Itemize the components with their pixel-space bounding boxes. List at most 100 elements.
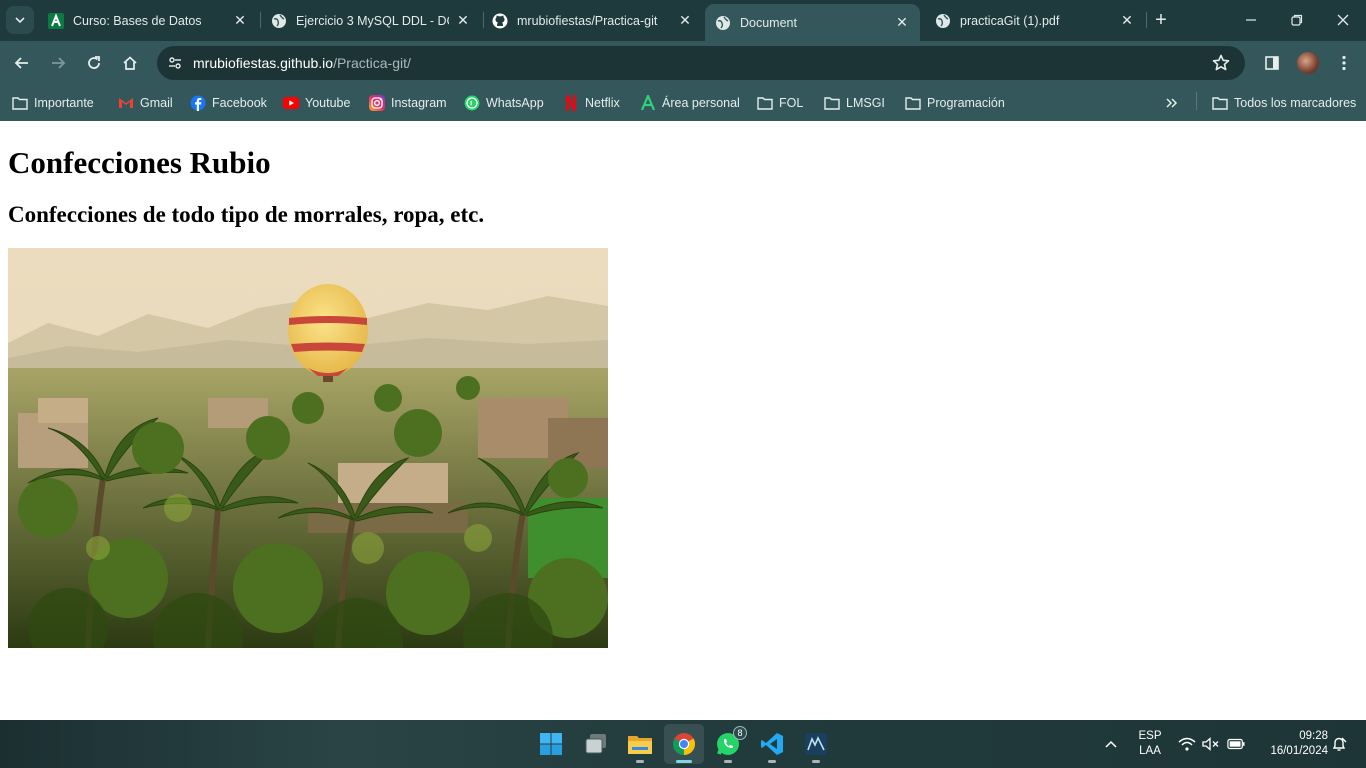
show-hidden-icons-button[interactable] bbox=[1102, 735, 1120, 753]
arrow-left-icon bbox=[14, 57, 28, 69]
tab-search-button[interactable] bbox=[6, 6, 34, 34]
tab-title: Document bbox=[740, 15, 797, 30]
globe-icon bbox=[935, 13, 951, 29]
reload-button[interactable] bbox=[80, 49, 108, 77]
url-text[interactable]: mrubiofiestas.github.io/Practica-git/ bbox=[193, 55, 411, 71]
home-button[interactable] bbox=[116, 49, 144, 77]
minimize-button[interactable] bbox=[1228, 0, 1274, 40]
bookmark-facebook[interactable]: Facebook bbox=[190, 92, 267, 114]
chevron-up-icon bbox=[1105, 740, 1117, 748]
clock-time: 09:28 bbox=[1299, 730, 1328, 742]
bookmark-lmsgi[interactable]: LMSGI bbox=[824, 92, 885, 114]
reload-icon bbox=[88, 56, 100, 69]
restore-icon bbox=[1291, 14, 1303, 26]
windows-icon bbox=[540, 733, 562, 755]
bookmarks-separator bbox=[1196, 92, 1197, 110]
plus-icon: + bbox=[1155, 9, 1167, 31]
url-host: mrubiofiestas.github.io bbox=[193, 55, 334, 71]
restore-button[interactable] bbox=[1274, 0, 1320, 40]
balloon-over-palms-image bbox=[8, 248, 608, 648]
tab-title: mrubiofiestas/Practica-git bbox=[517, 13, 658, 28]
task-view-icon bbox=[585, 734, 606, 754]
bookmark-programacion[interactable]: Programación bbox=[905, 92, 1005, 114]
folder-icon bbox=[1212, 95, 1228, 111]
bookmark-label: Programación bbox=[927, 96, 1005, 110]
bookmark-youtube[interactable]: Youtube bbox=[283, 92, 350, 114]
menu-button[interactable] bbox=[1330, 49, 1358, 77]
tab-document[interactable]: Document ✕ bbox=[705, 4, 920, 41]
whatsapp-button[interactable]: 8 bbox=[708, 724, 748, 764]
tab-github-practica-git[interactable]: mrubiofiestas/Practica-git ✕ bbox=[482, 6, 703, 35]
address-bar[interactable]: mrubiofiestas.github.io/Practica-git/ bbox=[157, 46, 1245, 80]
bookmark-fol[interactable]: FOL bbox=[757, 92, 803, 114]
folder-icon bbox=[12, 95, 28, 111]
bookmark-importante[interactable]: Importante bbox=[12, 92, 94, 114]
chrome-button[interactable] bbox=[664, 724, 704, 764]
clock-date: 16/01/2024 bbox=[1270, 745, 1328, 757]
bookmark-label: Importante bbox=[34, 96, 94, 110]
bookmark-gmail[interactable]: Gmail bbox=[118, 92, 173, 114]
gmail-icon bbox=[118, 95, 134, 111]
page-title: Confecciones Rubio bbox=[8, 145, 271, 180]
all-bookmarks-button[interactable]: Todos los marcadores bbox=[1212, 92, 1356, 114]
bookmark-label: Instagram bbox=[391, 96, 447, 110]
tab-strip: Curso: Bases de Datos ✕ Ejercicio 3 MySQ… bbox=[0, 0, 1366, 41]
folder-icon bbox=[628, 736, 652, 754]
bookmark-label: LMSGI bbox=[846, 96, 885, 110]
volume-muted-icon[interactable] bbox=[1202, 735, 1220, 753]
battery-icon[interactable] bbox=[1227, 735, 1245, 753]
new-tab-button[interactable]: + bbox=[1150, 10, 1172, 32]
site-info-icon[interactable] bbox=[165, 53, 185, 73]
notification-badge: 8 bbox=[733, 726, 747, 740]
tab-title: practicaGit (1).pdf bbox=[960, 13, 1060, 28]
folder-icon bbox=[757, 95, 773, 111]
close-icon[interactable]: ✕ bbox=[677, 12, 693, 29]
vscode-button[interactable] bbox=[752, 724, 792, 764]
clock[interactable]: 09:28 16/01/2024 bbox=[1256, 729, 1328, 759]
close-icon[interactable]: ✕ bbox=[455, 12, 471, 29]
side-panel-button[interactable] bbox=[1258, 49, 1286, 77]
start-button[interactable] bbox=[531, 724, 571, 764]
wifi-icon[interactable] bbox=[1178, 735, 1196, 753]
moodle-a-icon bbox=[640, 95, 656, 111]
keyboard-layout: LAA bbox=[1139, 745, 1161, 757]
language-code: ESP bbox=[1138, 730, 1162, 742]
notifications-bell-icon[interactable] bbox=[1330, 735, 1348, 753]
language-indicator[interactable]: ESP LAA bbox=[1132, 729, 1168, 759]
mysql-workbench-button[interactable] bbox=[796, 724, 836, 764]
moodle-a-icon bbox=[48, 12, 64, 29]
bookmark-area-personal[interactable]: Área personal bbox=[640, 92, 740, 114]
globe-icon bbox=[715, 15, 731, 31]
bookmark-whatsapp[interactable]: WhatsApp bbox=[464, 92, 544, 114]
bookmarks-overflow-button[interactable] bbox=[1164, 92, 1186, 114]
bookmark-netflix[interactable]: Netflix bbox=[563, 92, 620, 114]
close-icon[interactable]: ✕ bbox=[1119, 12, 1135, 29]
tab-practicagit-pdf[interactable]: practicaGit (1).pdf ✕ bbox=[925, 6, 1145, 35]
whatsapp-icon bbox=[464, 95, 480, 111]
close-window-button[interactable] bbox=[1320, 0, 1366, 40]
forward-button[interactable] bbox=[44, 49, 72, 77]
bookmark-instagram[interactable]: Instagram bbox=[369, 92, 447, 114]
close-icon[interactable]: ✕ bbox=[232, 12, 248, 29]
bookmarks-bar: Importante Gmail Facebook Youtube Instag… bbox=[0, 84, 1366, 121]
github-icon bbox=[492, 13, 508, 29]
bookmark-star-icon[interactable] bbox=[1211, 53, 1231, 73]
tab-separator bbox=[1146, 12, 1147, 28]
minimize-icon bbox=[1246, 19, 1256, 21]
vscode-icon bbox=[761, 733, 783, 755]
bookmark-label: Todos los marcadores bbox=[1234, 96, 1357, 110]
bookmark-label: WhatsApp bbox=[486, 96, 544, 110]
globe-icon bbox=[271, 13, 287, 29]
task-view-button[interactable] bbox=[576, 724, 616, 764]
running-indicator bbox=[812, 760, 820, 763]
hero-image bbox=[8, 248, 608, 648]
tab-ejercicio-3[interactable]: Ejercicio 3 MySQL DDL - DCL ✕ bbox=[261, 6, 481, 35]
back-button[interactable] bbox=[8, 49, 36, 77]
close-icon[interactable]: ✕ bbox=[894, 14, 910, 31]
avatar bbox=[1297, 52, 1319, 74]
tab-curso-bases-de-datos[interactable]: Curso: Bases de Datos ✕ bbox=[38, 6, 258, 35]
taskbar: 8 ESP LAA 09:28 16/01/2024 bbox=[0, 720, 1366, 768]
file-explorer-button[interactable] bbox=[620, 724, 660, 764]
profile-button[interactable] bbox=[1294, 49, 1322, 77]
chevron-double-right-icon bbox=[1164, 95, 1180, 111]
